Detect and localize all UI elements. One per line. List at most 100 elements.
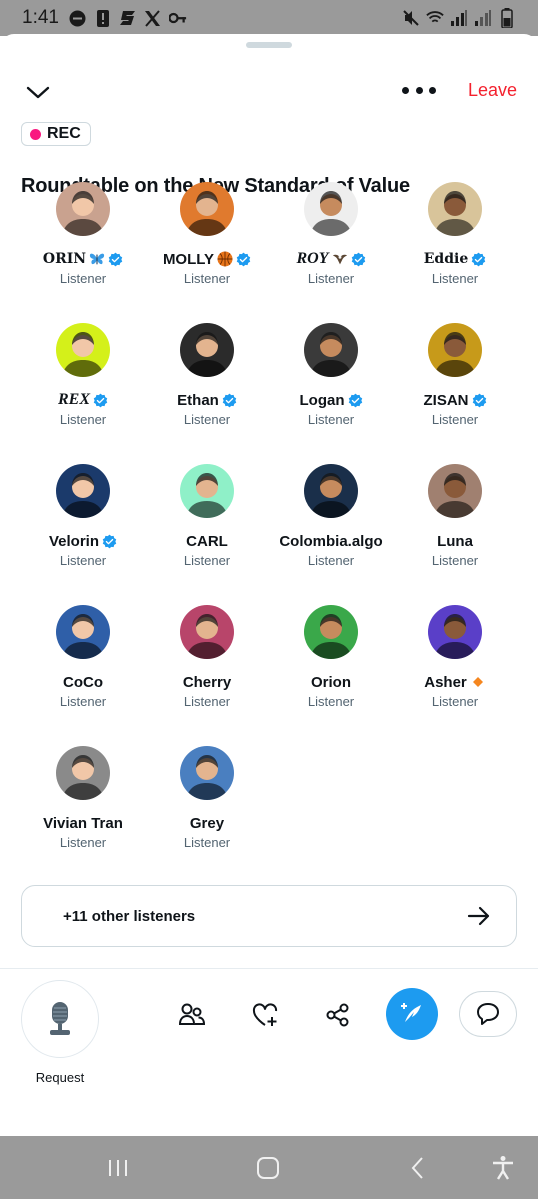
participant-card[interactable]: ROY Listener bbox=[269, 182, 393, 306]
participant-role: Listener bbox=[307, 553, 355, 568]
verified-badge bbox=[351, 252, 366, 267]
more-dot bbox=[402, 86, 409, 94]
avatar[interactable] bbox=[56, 464, 110, 518]
people-icon bbox=[178, 1003, 206, 1025]
participant-role: Listener bbox=[431, 553, 479, 568]
chat-button[interactable] bbox=[459, 991, 517, 1037]
avatar[interactable] bbox=[428, 323, 482, 377]
verified-badge-icon bbox=[351, 252, 365, 266]
more-options-button[interactable] bbox=[402, 84, 436, 96]
home-button[interactable] bbox=[254, 1154, 282, 1182]
verified-badge-icon bbox=[102, 534, 117, 548]
collapse-button[interactable] bbox=[24, 78, 52, 106]
x-logo-icon bbox=[144, 9, 162, 27]
divider bbox=[0, 968, 538, 969]
participant-role: Listener bbox=[59, 271, 107, 286]
accessibility-button[interactable] bbox=[489, 1154, 517, 1182]
participant-card[interactable]: Vivian Tran Listener bbox=[21, 746, 145, 870]
compose-button[interactable] bbox=[386, 988, 438, 1040]
avatar[interactable] bbox=[56, 605, 110, 659]
participant-role: Listener bbox=[431, 271, 479, 286]
avatar[interactable] bbox=[304, 464, 358, 518]
avatar[interactable] bbox=[428, 182, 482, 236]
participant-name-row: CoCo bbox=[63, 672, 103, 692]
avatar[interactable] bbox=[180, 182, 234, 236]
verified-badge-icon bbox=[348, 393, 362, 407]
heart-plus-icon bbox=[252, 1003, 278, 1026]
verified-badge-icon bbox=[471, 252, 486, 266]
participant-name: Luna bbox=[437, 532, 473, 550]
participant-card[interactable]: CoCo Listener bbox=[21, 605, 145, 729]
participant-name-row: Cherry bbox=[183, 672, 231, 692]
participant-card[interactable]: Grey Listener bbox=[145, 746, 269, 870]
avatar[interactable] bbox=[56, 746, 110, 800]
avatar[interactable] bbox=[428, 605, 482, 659]
avatar[interactable] bbox=[56, 323, 110, 377]
participants-grid: ORIN Listener MOLLY Listener ROY Listener Eddi… bbox=[21, 182, 517, 870]
other-listeners-button[interactable]: +11 other listeners bbox=[21, 885, 517, 947]
avatar[interactable] bbox=[304, 605, 358, 659]
verified-badge-icon bbox=[236, 252, 251, 266]
verified-badge bbox=[471, 252, 486, 267]
more-dot bbox=[429, 86, 436, 94]
participant-card[interactable]: MOLLY Listener bbox=[145, 182, 269, 306]
participant-card[interactable]: Orion Listener bbox=[269, 605, 393, 729]
avatar[interactable] bbox=[304, 182, 358, 236]
recent-apps-icon bbox=[109, 1160, 127, 1176]
share-button[interactable] bbox=[323, 1000, 353, 1030]
participant-name-row: ROY bbox=[297, 249, 366, 269]
participant-card[interactable]: Luna Listener bbox=[393, 464, 517, 588]
participant-card[interactable]: Eddie Listener bbox=[393, 182, 517, 306]
verified-badge bbox=[108, 252, 123, 267]
avatar[interactable] bbox=[180, 464, 234, 518]
avatar[interactable] bbox=[428, 464, 482, 518]
key-icon bbox=[168, 9, 187, 27]
recent-apps-button[interactable] bbox=[104, 1154, 132, 1182]
participant-role: Listener bbox=[431, 694, 479, 709]
participant-card[interactable]: ORIN Listener bbox=[21, 182, 145, 306]
participant-name: MOLLY bbox=[162, 250, 215, 268]
avatar[interactable] bbox=[180, 605, 234, 659]
participant-card[interactable]: Colombia.algo Listener bbox=[269, 464, 393, 588]
participant-card[interactable]: Logan Listener bbox=[269, 323, 393, 447]
sheet-grabber[interactable] bbox=[246, 42, 292, 48]
verified-badge-icon bbox=[93, 393, 108, 407]
participant-role: Listener bbox=[59, 694, 107, 709]
verified-badge bbox=[348, 393, 363, 408]
request-button[interactable] bbox=[21, 980, 99, 1058]
participant-name-row: Vivian Tran bbox=[43, 813, 123, 833]
participant-card[interactable]: ZISAN Listener bbox=[393, 323, 517, 447]
avatar[interactable] bbox=[180, 323, 234, 377]
s-logo-icon bbox=[119, 9, 137, 27]
participant-card[interactable]: Velorin Listener bbox=[21, 464, 145, 588]
participant-card[interactable]: Ethan Listener bbox=[145, 323, 269, 447]
participant-card[interactable]: CARL Listener bbox=[145, 464, 269, 588]
verified-badge bbox=[236, 252, 251, 267]
participants-button[interactable] bbox=[177, 1000, 207, 1030]
status-bar: 1:41 bbox=[0, 0, 538, 36]
leave-button[interactable]: Leave bbox=[468, 80, 517, 101]
participant-name-row: Velorin bbox=[49, 531, 117, 551]
participant-name-row: Grey bbox=[190, 813, 224, 833]
home-icon bbox=[257, 1157, 279, 1179]
back-icon bbox=[411, 1157, 423, 1179]
participant-card[interactable]: Asher Listener bbox=[393, 605, 517, 729]
participant-role: Listener bbox=[59, 835, 107, 850]
status-time: 1:41 bbox=[22, 7, 59, 28]
participant-role: Listener bbox=[307, 694, 355, 709]
eagle-icon bbox=[332, 251, 348, 267]
butterfly-icon bbox=[89, 251, 105, 267]
participant-name: Cherry bbox=[182, 673, 232, 691]
rec-badge: REC bbox=[21, 122, 91, 146]
participant-name: Ethan bbox=[177, 391, 219, 409]
participant-card[interactable]: Cherry Listener bbox=[145, 605, 269, 729]
mute-icon bbox=[402, 9, 420, 27]
participant-card[interactable]: REX Listener bbox=[21, 323, 145, 447]
avatar[interactable] bbox=[304, 323, 358, 377]
react-button[interactable] bbox=[250, 1000, 280, 1030]
avatar[interactable] bbox=[180, 746, 234, 800]
participant-name: Orion bbox=[311, 673, 351, 691]
avatar[interactable] bbox=[56, 182, 110, 236]
back-button[interactable] bbox=[404, 1154, 432, 1182]
participant-name-row: REX bbox=[58, 390, 108, 410]
